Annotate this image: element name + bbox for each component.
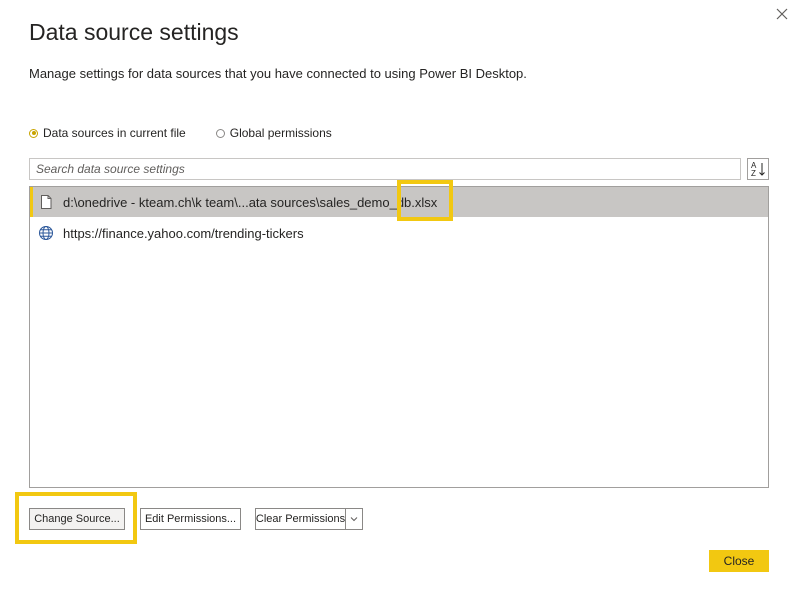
radio-unchecked-icon: [215, 128, 225, 138]
edit-permissions-button[interactable]: Edit Permissions...: [140, 508, 241, 530]
scope-radio-group: Data sources in current file Global perm…: [29, 124, 332, 142]
close-icon[interactable]: [772, 4, 792, 24]
radio-checked-icon: [29, 128, 38, 138]
list-item[interactable]: d:\onedrive - kteam.ch\k team\...ata sou…: [30, 187, 768, 217]
sort-az-icon: A Z: [751, 161, 765, 178]
dialog-title: Data source settings: [29, 19, 239, 45]
change-source-button[interactable]: Change Source...: [29, 508, 125, 530]
radio-current-file-label: Data sources in current file: [43, 126, 186, 140]
data-source-settings-dialog: Data source settings Manage settings for…: [0, 0, 799, 601]
file-icon: [38, 194, 54, 210]
radio-global-permissions-label: Global permissions: [229, 126, 332, 140]
radio-global-permissions[interactable]: Global permissions: [215, 126, 332, 140]
chevron-down-icon: [350, 517, 358, 522]
radio-current-file[interactable]: Data sources in current file: [29, 126, 186, 140]
source-path-label: d:\onedrive - kteam.ch\k team\...ata sou…: [63, 194, 438, 210]
clear-permissions-dropdown[interactable]: [345, 508, 363, 530]
globe-icon: [38, 225, 54, 241]
search-input[interactable]: [29, 158, 741, 180]
clear-permissions-split-button: Clear Permissions: [255, 508, 363, 530]
clear-permissions-button[interactable]: Clear Permissions: [255, 508, 345, 530]
source-url-label: https://finance.yahoo.com/trending-ticke…: [63, 225, 304, 241]
sort-az-button[interactable]: A Z: [747, 158, 769, 180]
svg-text:Z: Z: [751, 169, 756, 178]
list-item[interactable]: https://finance.yahoo.com/trending-ticke…: [30, 218, 768, 248]
close-button[interactable]: Close: [709, 550, 769, 572]
data-source-list: d:\onedrive - kteam.ch\k team\...ata sou…: [29, 186, 769, 488]
dialog-subtitle: Manage settings for data sources that yo…: [29, 66, 527, 81]
